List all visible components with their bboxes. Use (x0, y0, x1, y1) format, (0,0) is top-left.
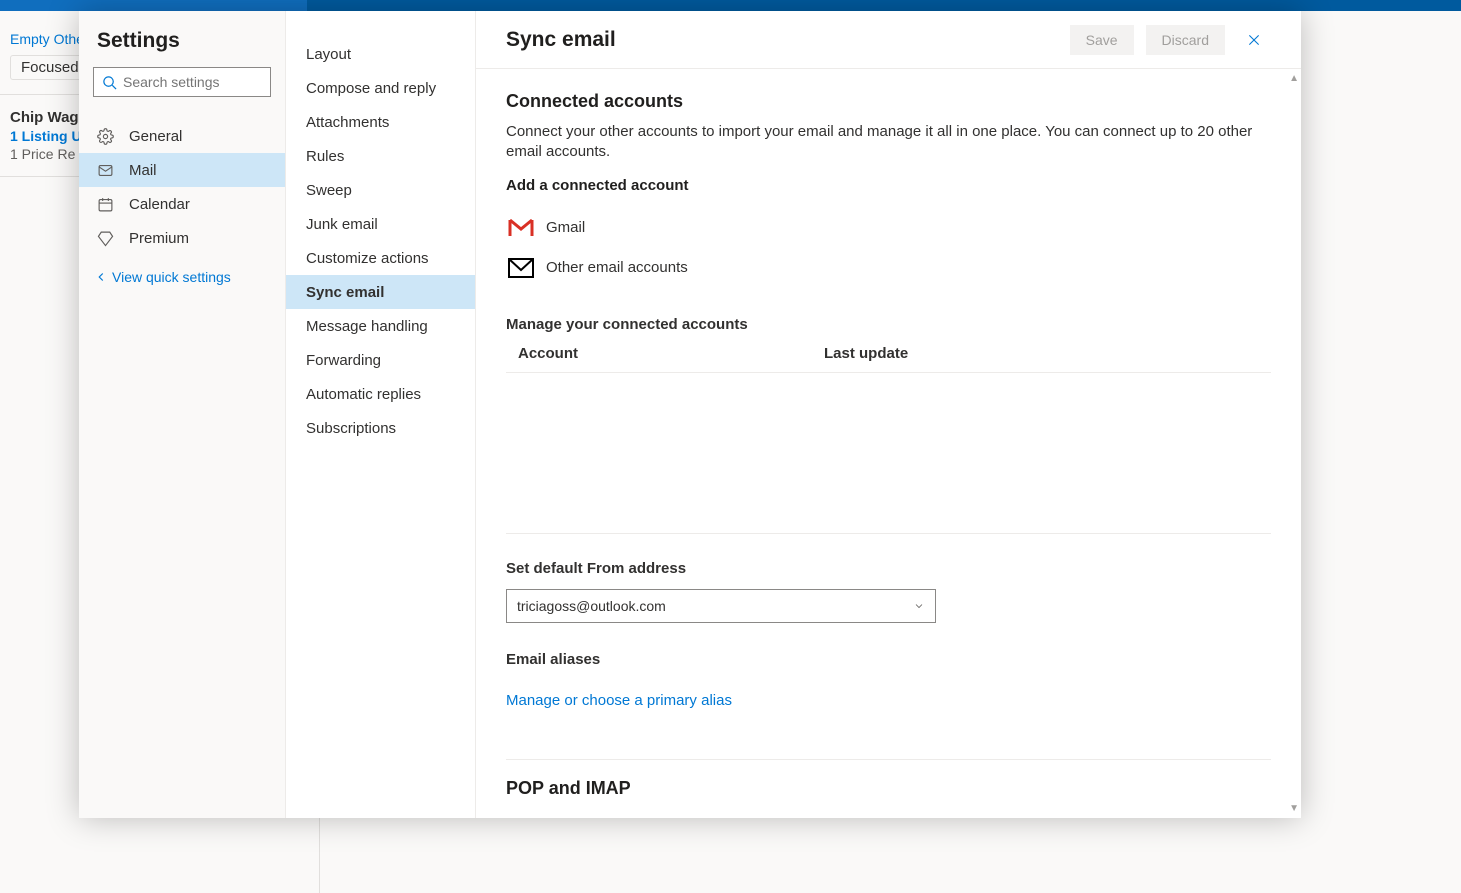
add-gmail-button[interactable]: Gmail (506, 208, 1271, 248)
settings-nav-column: Settings General Mail (79, 11, 286, 818)
gear-icon (97, 128, 117, 145)
discard-button[interactable]: Discard (1146, 25, 1225, 55)
search-icon (102, 75, 117, 90)
nav-label-calendar: Calendar (129, 196, 190, 213)
chevron-down-icon (913, 600, 925, 612)
add-other-email-button[interactable]: Other email accounts (506, 248, 1271, 288)
sub-item-forwarding[interactable]: Forwarding (286, 343, 475, 377)
sub-item-junk[interactable]: Junk email (286, 207, 475, 241)
sub-item-customize[interactable]: Customize actions (286, 241, 475, 275)
chevron-left-icon (94, 270, 108, 284)
sub-item-sweep[interactable]: Sweep (286, 173, 475, 207)
envelope-icon (506, 256, 536, 280)
default-from-heading: Set default From address (506, 560, 1271, 577)
nav-item-calendar[interactable]: Calendar (79, 187, 285, 221)
sub-item-compose[interactable]: Compose and reply (286, 71, 475, 105)
default-from-value: triciagoss@outlook.com (517, 598, 666, 614)
other-email-label: Other email accounts (546, 259, 688, 276)
nav-label-premium: Premium (129, 230, 189, 247)
manage-alias-link[interactable]: Manage or choose a primary alias (506, 692, 732, 709)
detail-header: Sync email Save Discard (476, 11, 1301, 69)
close-button[interactable] (1237, 23, 1271, 57)
sub-item-automatic-replies[interactable]: Automatic replies (286, 377, 475, 411)
pop-imap-heading: POP and IMAP (506, 778, 1271, 799)
sub-item-subscriptions[interactable]: Subscriptions (286, 411, 475, 445)
app-title-bar (0, 0, 1461, 11)
quick-settings-label: View quick settings (112, 269, 231, 285)
sub-item-message-handling[interactable]: Message handling (286, 309, 475, 343)
tab-focused[interactable]: Focused (10, 55, 90, 80)
settings-modal: Settings General Mail (79, 11, 1301, 818)
mail-subcategories-column: Layout Compose and reply Attachments Rul… (286, 11, 476, 818)
detail-scroll-area[interactable]: Connected accounts Connect your other ac… (476, 69, 1301, 818)
settings-detail-column: Sync email Save Discard ▲ ▼ Connected ac… (476, 11, 1301, 818)
search-settings-input[interactable] (123, 74, 262, 90)
sub-item-sync-email[interactable]: Sync email (286, 275, 475, 309)
view-quick-settings-link[interactable]: View quick settings (79, 255, 285, 299)
nav-item-mail[interactable]: Mail (79, 153, 285, 187)
gmail-label: Gmail (546, 219, 585, 236)
close-icon (1246, 32, 1262, 48)
add-connected-account-label: Add a connected account (506, 177, 1271, 194)
connected-accounts-desc: Connect your other accounts to import yo… (506, 122, 1271, 163)
gmail-icon (506, 216, 536, 240)
premium-icon (97, 230, 117, 247)
nav-item-premium[interactable]: Premium (79, 221, 285, 255)
settings-title: Settings (79, 11, 285, 67)
email-aliases-heading: Email aliases (506, 651, 1271, 668)
sub-item-attachments[interactable]: Attachments (286, 105, 475, 139)
nav-item-general[interactable]: General (79, 119, 285, 153)
nav-label-general: General (129, 128, 182, 145)
nav-label-mail: Mail (129, 162, 157, 179)
detail-title: Sync email (506, 28, 1058, 52)
calendar-icon (97, 196, 117, 213)
col-last-update: Last update (824, 345, 1259, 362)
sub-item-rules[interactable]: Rules (286, 139, 475, 173)
accounts-table-header: Account Last update (506, 345, 1271, 373)
search-settings-box[interactable] (93, 67, 271, 97)
manage-connected-heading: Manage your connected accounts (506, 316, 1271, 333)
save-button[interactable]: Save (1070, 25, 1134, 55)
sub-item-layout[interactable]: Layout (286, 37, 475, 71)
connected-accounts-heading: Connected accounts (506, 91, 1271, 112)
default-from-dropdown[interactable]: triciagoss@outlook.com (506, 589, 936, 623)
mail-icon (97, 162, 117, 179)
section-separator (506, 533, 1271, 534)
col-account: Account (518, 345, 824, 362)
